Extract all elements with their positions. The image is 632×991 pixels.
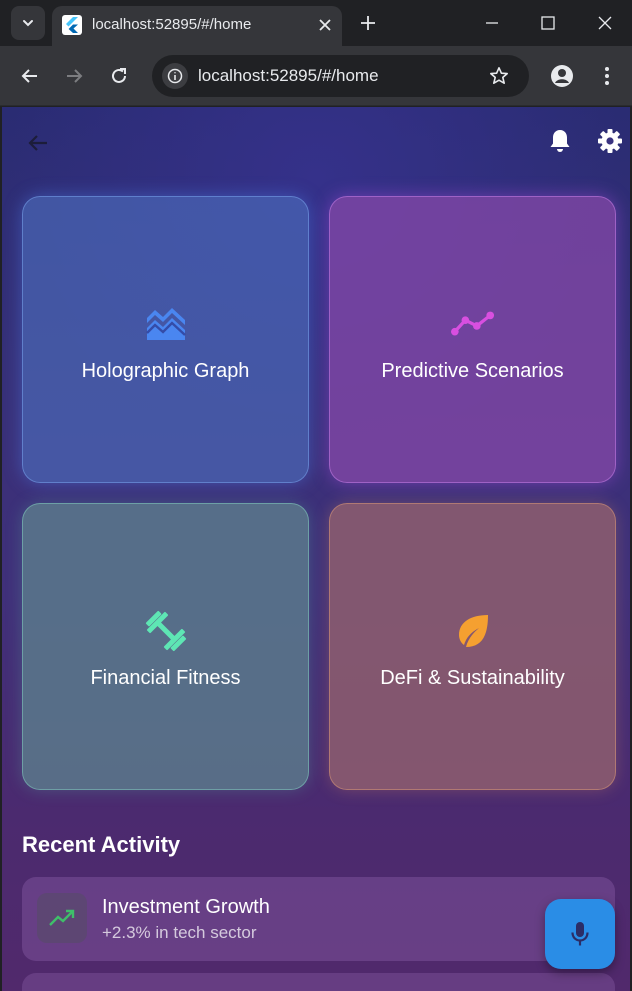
browser-tab[interactable]: localhost:52895/#/home [52,6,342,46]
tab-search-button[interactable] [11,6,45,40]
notifications-button[interactable] [546,127,574,155]
back-button[interactable] [17,63,43,89]
holographic-graph-icon [144,302,188,346]
bell-icon [550,130,570,152]
star-icon [490,67,508,84]
dumbbell-icon [144,609,188,653]
bookmark-button[interactable] [487,64,511,88]
settings-button[interactable] [596,127,624,155]
new-tab-button[interactable] [356,11,380,35]
card-predictive-scenarios[interactable]: Predictive Scenarios [329,196,616,483]
forward-button[interactable] [61,63,87,89]
card-label: Predictive Scenarios [381,359,564,382]
microphone-icon [571,922,589,946]
minimize-icon [486,22,498,24]
close-icon [598,16,612,30]
card-holographic-graph[interactable]: Holographic Graph [22,196,309,483]
browser-toolbar: localhost:52895/#/home [0,46,632,106]
reload-button[interactable] [106,63,132,89]
flutter-icon [62,15,82,35]
url-text: localhost:52895/#/home [198,66,379,85]
card-label: DeFi & Sustainability [380,666,565,689]
trending-up-icon [37,893,87,943]
card-financial-fitness[interactable]: Financial Fitness [22,503,309,790]
voice-assistant-button[interactable] [545,899,615,969]
app-back-button[interactable] [24,129,52,157]
browser-window: localhost:52895/#/home localhost:52895/#… [0,0,632,991]
tab-close-button[interactable] [314,14,336,36]
info-icon [167,68,183,84]
tab-strip: localhost:52895/#/home [0,0,632,46]
minimize-button[interactable] [479,10,505,36]
window-close-button[interactable] [592,10,618,36]
gear-icon [598,129,622,153]
arrow-right-icon [67,69,83,83]
arrow-left-icon [21,69,37,83]
address-bar[interactable]: localhost:52895/#/home [152,55,529,97]
arrow-left-icon [28,135,47,151]
profile-icon [551,65,573,87]
trend-line-icon [450,302,495,346]
close-icon [319,19,331,31]
site-info-button[interactable] [162,63,188,89]
activity-item[interactable]: Investment Growth +2.3% in tech sector [22,877,615,961]
eco-leaf-icon [451,609,495,653]
card-label: Holographic Graph [81,359,250,382]
plus-icon [361,16,375,30]
maximize-button[interactable] [535,10,561,36]
card-label: Financial Fitness [90,666,241,689]
app-page: Holographic Graph Predictive Scenarios F… [2,107,630,991]
chevron-down-icon [23,20,33,27]
card-defi-sustainability[interactable]: DeFi & Sustainability [329,503,616,790]
reload-icon [112,68,126,83]
activity-subtitle: +2.3% in tech sector [102,923,257,942]
tab-title: localhost:52895/#/home [92,16,252,33]
activity-item[interactable] [22,973,615,991]
activity-title: Investment Growth [102,896,270,918]
maximize-icon [541,16,555,30]
recent-activity-heading: Recent Activity [22,832,181,857]
profile-button[interactable] [549,63,575,89]
browser-menu-button[interactable] [594,63,620,89]
more-vert-icon [605,67,609,85]
